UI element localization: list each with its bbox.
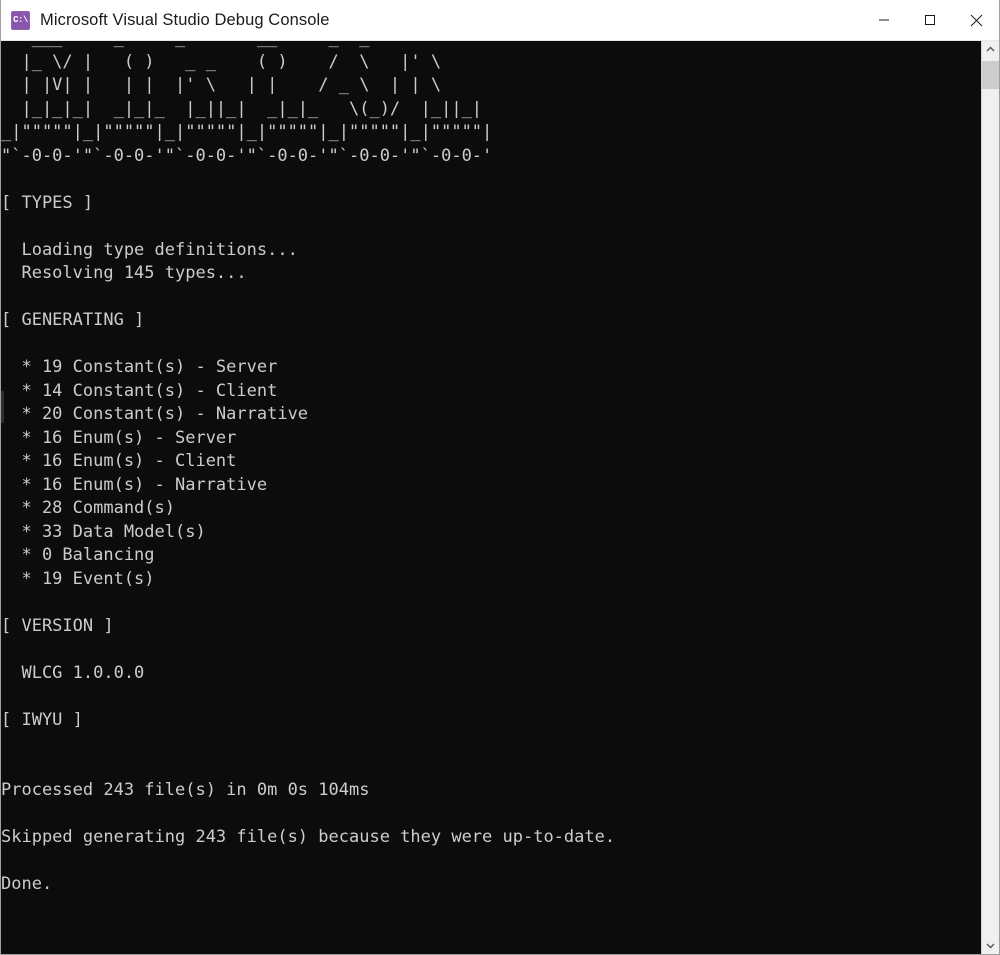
scrollbar-track[interactable] — [982, 58, 999, 937]
console-output[interactable]: ___ _ _ __ _ _ |_ \/ | ( ) _ _ ( ) / \ |… — [1, 41, 981, 940]
close-button[interactable] — [953, 0, 999, 40]
chevron-down-icon — [986, 943, 995, 949]
title-bar[interactable]: C:\ Microsoft Visual Studio Debug Consol… — [1, 0, 999, 41]
vertical-scrollbar[interactable] — [981, 41, 999, 954]
maximize-icon — [925, 15, 935, 25]
console-area[interactable]: ___ _ _ __ _ _ |_ \/ | ( ) _ _ ( ) / \ |… — [1, 41, 999, 954]
minimize-button[interactable] — [861, 0, 907, 40]
debug-console-window: C:\ Microsoft Visual Studio Debug Consol… — [0, 0, 1000, 955]
scroll-up-button[interactable] — [982, 41, 999, 58]
window-controls — [861, 0, 999, 40]
maximize-button[interactable] — [907, 0, 953, 40]
close-icon — [970, 14, 982, 26]
scroll-down-button[interactable] — [982, 937, 999, 954]
minimize-icon — [879, 19, 889, 21]
window-title: Microsoft Visual Studio Debug Console — [40, 10, 330, 29]
console-icon: C:\ — [11, 10, 30, 30]
console-icon-text: C:\ — [13, 14, 28, 25]
chevron-up-icon — [986, 46, 995, 52]
scrollbar-thumb[interactable] — [982, 61, 999, 89]
